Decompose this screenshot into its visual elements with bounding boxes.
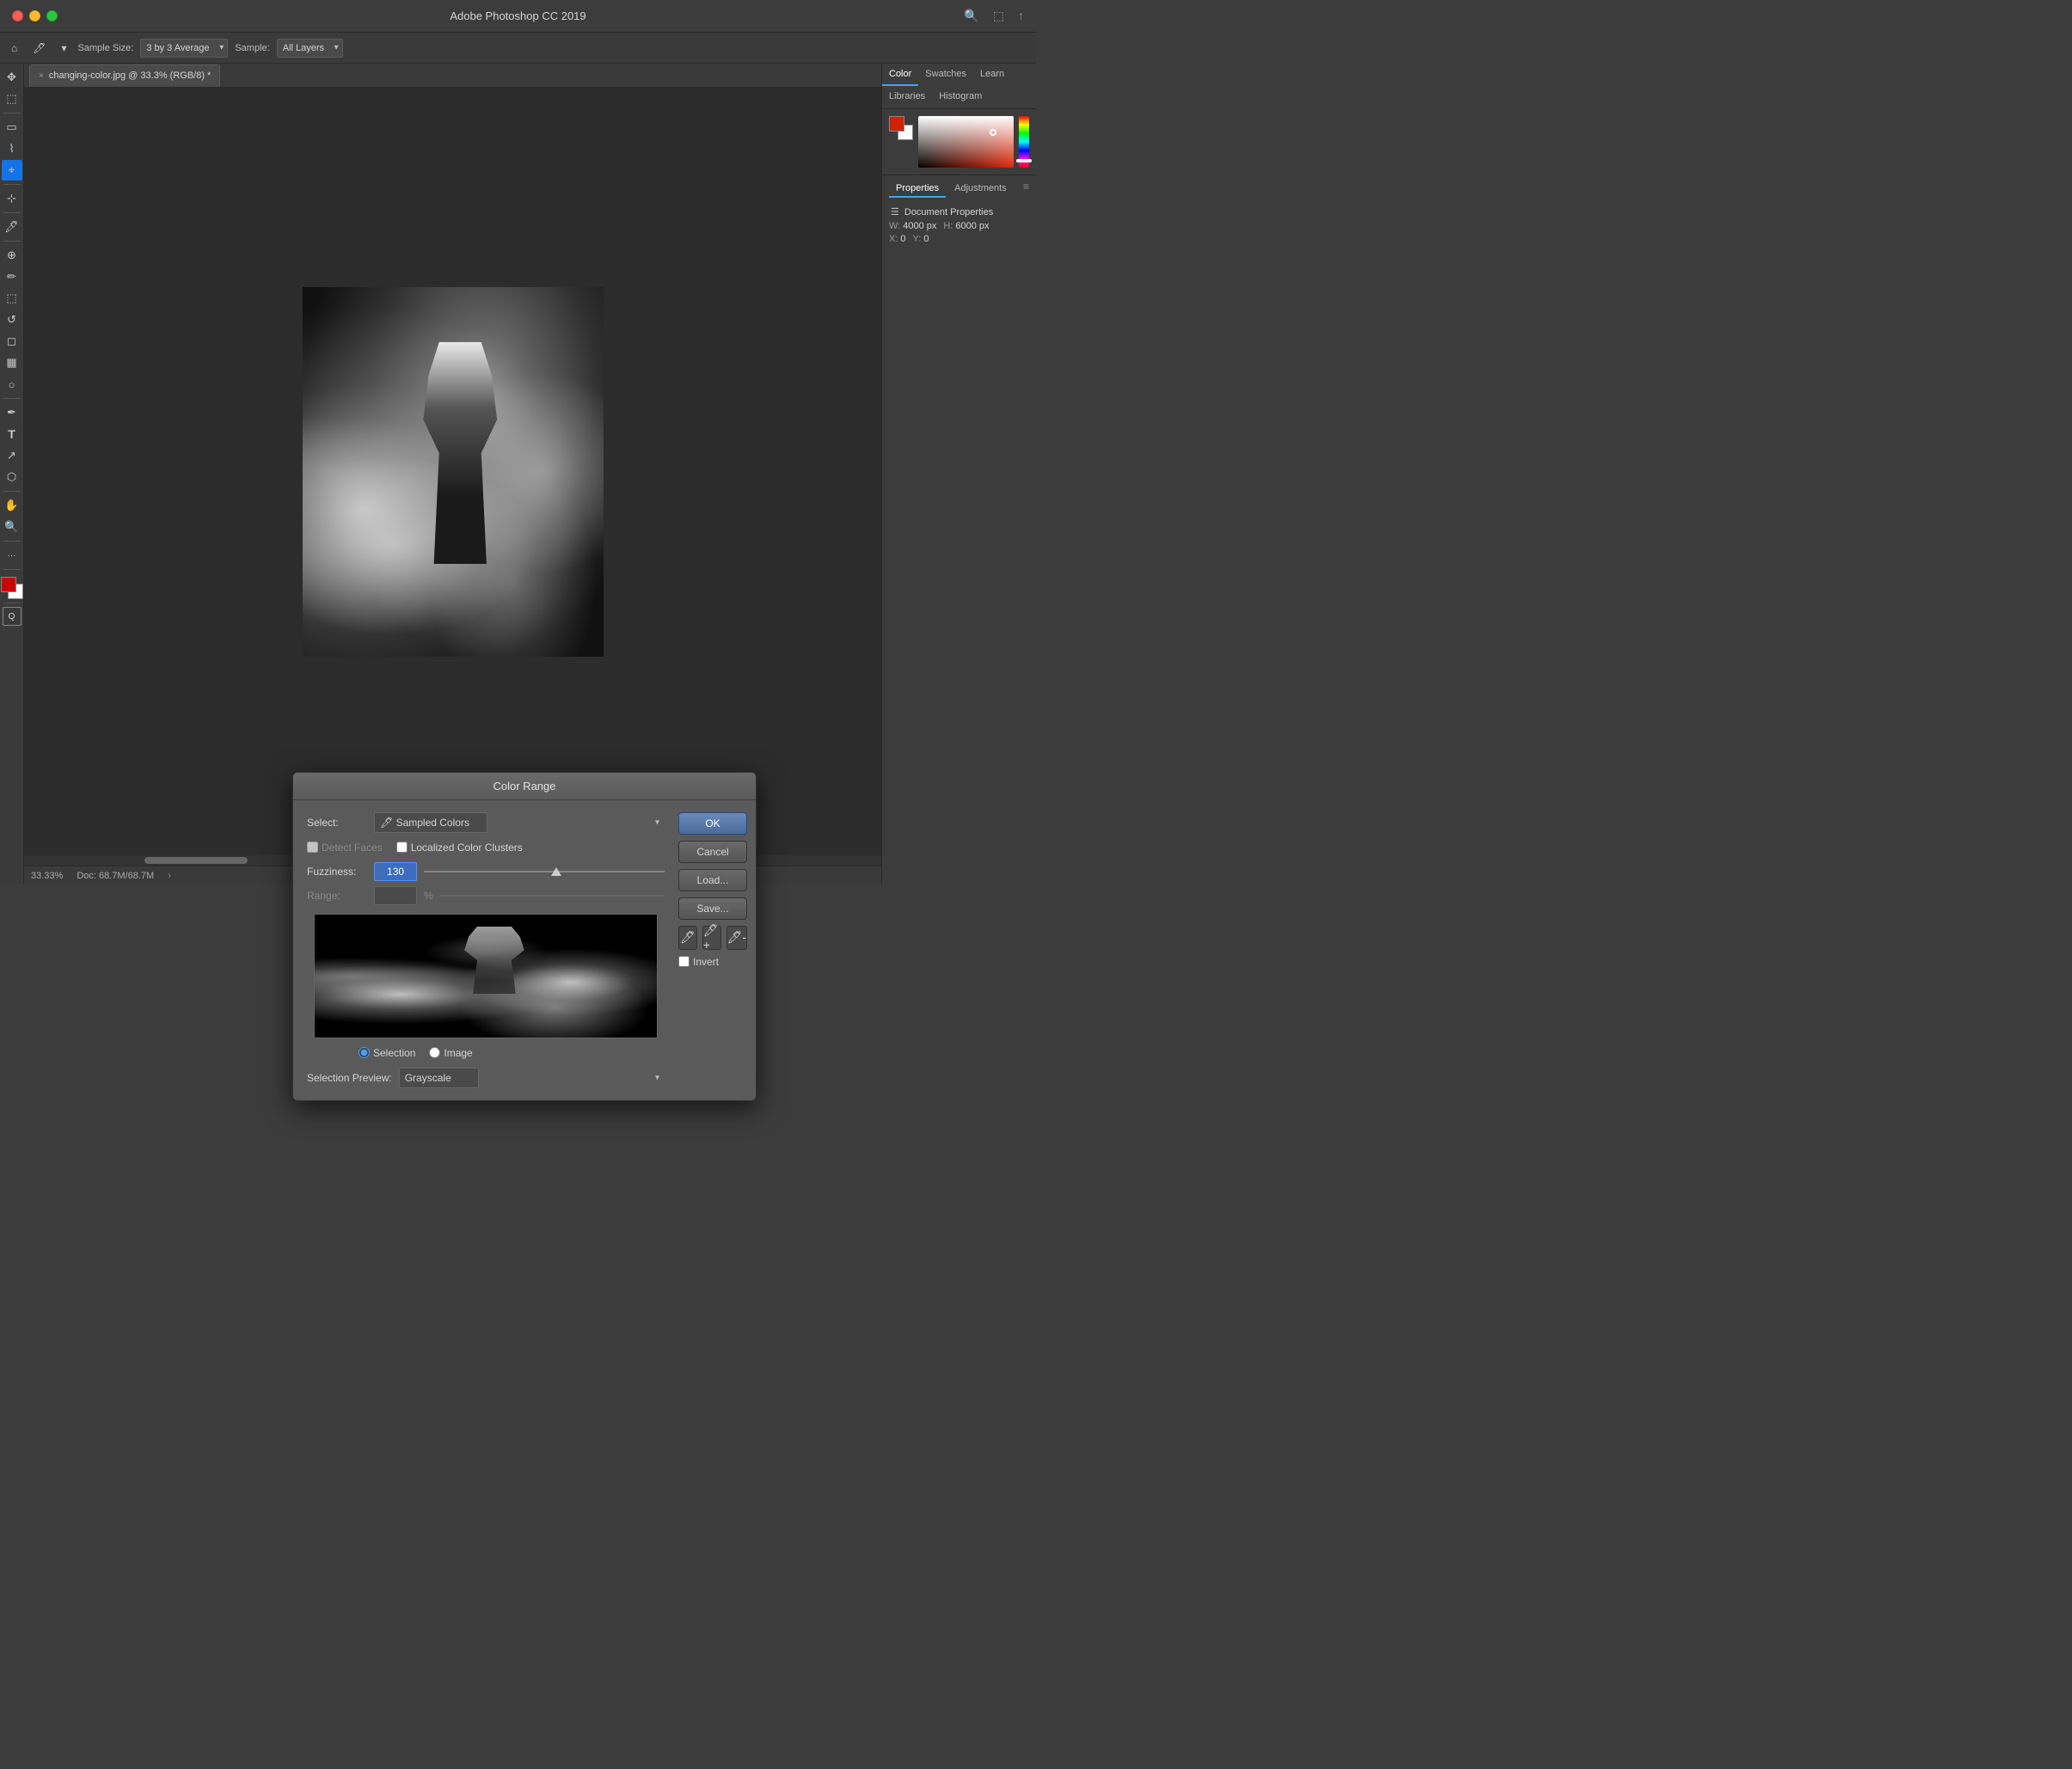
color-range-dialog: Color Range Select: 🖊 Sampled Colors: [292, 772, 757, 1101]
checkbox-row: Detect Faces Localized Color Clusters: [307, 842, 665, 854]
selection-preview-select[interactable]: Grayscale None Black Matte White Matte Q…: [399, 1068, 479, 1088]
dialog-body: Select: 🖊 Sampled Colors Detect Faces: [293, 800, 678, 1100]
dialog-titlebar: Color Range: [293, 773, 756, 800]
range-row: Range: %: [307, 886, 665, 905]
eyedropper-subtract-btn[interactable]: 🖊-: [726, 926, 747, 950]
dialog-side-buttons: OK Cancel Load... Save... 🖊 🖊+ 🖊- Invert: [678, 800, 756, 1100]
preview-inner: [315, 915, 656, 1038]
select-label: Select:: [307, 817, 367, 829]
image-radio[interactable]: [429, 1047, 440, 1058]
detect-faces-label: Detect Faces: [322, 842, 383, 854]
fuzziness-slider[interactable]: [424, 866, 665, 878]
eyedropper-tools: 🖊 🖊+ 🖊-: [678, 926, 747, 950]
invert-row: Invert: [678, 956, 747, 968]
dialog-preview: [314, 914, 657, 1038]
view-mode-row: Selection Image: [307, 1047, 665, 1059]
selection-preview-row: Selection Preview: Grayscale None Black …: [307, 1068, 665, 1088]
invert-label: Invert: [693, 956, 719, 968]
load-button[interactable]: Load...: [678, 869, 747, 891]
localized-label: Localized Color Clusters: [411, 842, 523, 854]
save-button[interactable]: Save...: [678, 897, 747, 920]
selection-radio[interactable]: [359, 1047, 370, 1058]
eyedropper-add-btn[interactable]: 🖊+: [702, 926, 721, 950]
range-label: Range:: [307, 890, 367, 902]
detect-faces-checkbox[interactable]: [307, 842, 318, 853]
localized-checkbox[interactable]: [396, 842, 408, 853]
dialog-wrapper: Select: 🖊 Sampled Colors Detect Faces: [293, 800, 756, 1100]
select-dropdown[interactable]: 🖊 Sampled Colors: [374, 812, 487, 833]
eyedropper-sample-btn[interactable]: 🖊: [678, 926, 697, 950]
image-label: Image: [444, 1047, 472, 1059]
detect-faces-item: Detect Faces: [307, 842, 383, 854]
slider-track: [424, 871, 665, 872]
selection-label: Selection: [373, 1047, 415, 1059]
dialog-main: Select: 🖊 Sampled Colors Detect Faces: [293, 800, 678, 1100]
dialog-title: Color Range: [493, 780, 556, 793]
image-radio-item: Image: [429, 1047, 472, 1059]
select-wrap: 🖊 Sampled Colors: [374, 812, 665, 833]
range-slider[interactable]: [440, 895, 665, 897]
select-row: Select: 🖊 Sampled Colors: [307, 812, 665, 833]
fuzziness-label: Fuzziness:: [307, 866, 367, 878]
selection-preview-label: Selection Preview:: [307, 1072, 392, 1084]
range-pct: %: [424, 890, 433, 902]
localized-item: Localized Color Clusters: [396, 842, 523, 854]
dialog-overlay: Color Range Select: 🖊 Sampled Colors: [0, 0, 2072, 1769]
slider-thumb: [551, 867, 561, 876]
selection-preview-wrap: Grayscale None Black Matte White Matte Q…: [399, 1068, 665, 1088]
fuzziness-row: Fuzziness:: [307, 862, 665, 881]
range-input[interactable]: [374, 886, 417, 905]
ok-button[interactable]: OK: [678, 812, 747, 835]
fuzziness-input[interactable]: [374, 862, 417, 881]
selection-radio-item: Selection: [359, 1047, 415, 1059]
invert-checkbox[interactable]: [678, 956, 690, 967]
cancel-button[interactable]: Cancel: [678, 841, 747, 863]
